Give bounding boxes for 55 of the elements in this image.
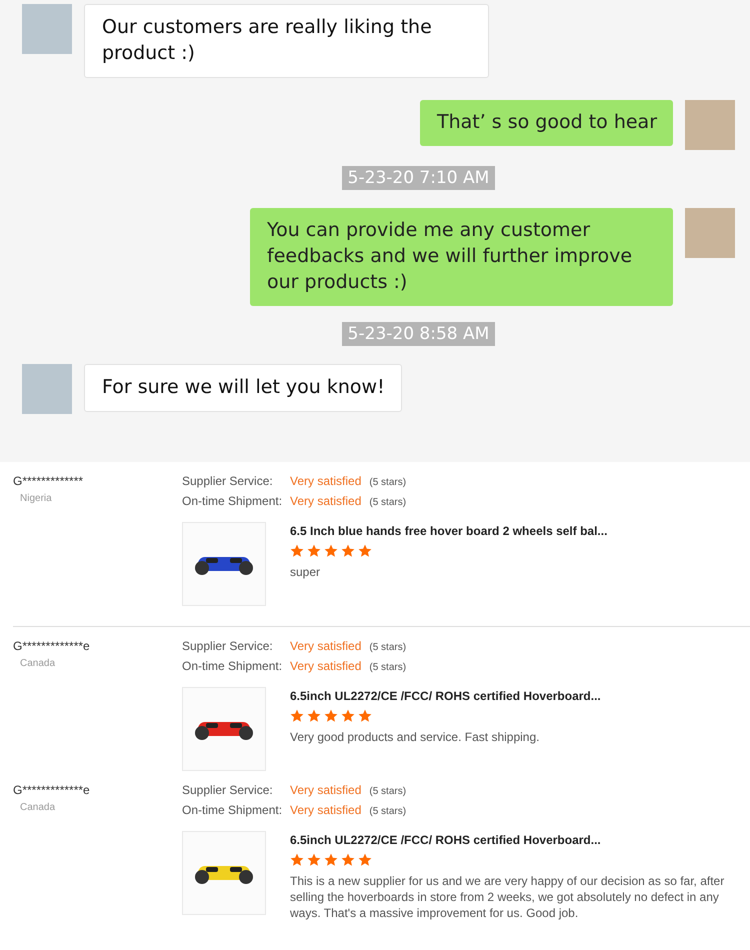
timestamp: 5-23-20 7:10 AM bbox=[342, 166, 496, 190]
message-bubble: Our customers are really liking the product :) bbox=[84, 4, 489, 78]
star-icon bbox=[324, 853, 338, 867]
star-icon bbox=[307, 709, 321, 723]
star-icon bbox=[358, 709, 372, 723]
rating-stars: (5 stars) bbox=[369, 786, 406, 797]
rating-label: Supplier Service: bbox=[182, 474, 274, 488]
star-icon bbox=[324, 709, 338, 723]
rating-label: Supplier Service: bbox=[182, 639, 274, 653]
star-icon bbox=[341, 853, 355, 867]
rating-stars: (5 stars) bbox=[369, 642, 406, 653]
avatar-photo bbox=[22, 4, 72, 54]
rating-label: On-time Shipment: bbox=[182, 494, 284, 508]
rating-value: Very satisfied bbox=[290, 474, 362, 488]
avatar-photo bbox=[685, 100, 735, 150]
rating-value: Very satisfied bbox=[290, 659, 362, 673]
timestamp: 5-23-20 8:58 AM bbox=[342, 322, 496, 346]
star-icon bbox=[358, 544, 372, 558]
star-icon bbox=[307, 853, 321, 867]
star-icon bbox=[290, 544, 304, 558]
star-icon bbox=[307, 544, 321, 558]
rating-value: Very satisfied bbox=[290, 494, 362, 508]
star-icon bbox=[290, 709, 304, 723]
rating-stars: (5 stars) bbox=[369, 497, 406, 508]
buyer-name: G************* bbox=[13, 474, 84, 488]
buyer-country: Canada bbox=[20, 802, 56, 813]
rating-value: Very satisfied bbox=[290, 783, 362, 797]
rating-stars: (5 stars) bbox=[369, 662, 406, 673]
message-bubble: You can provide me any customer feedbacks and we will further improve our products :) bbox=[250, 208, 673, 306]
avatar-photo bbox=[685, 208, 735, 258]
review-comment: This is a new supplier for us and we are very happy of our decision as so far, after selling the hoverboards in store from 2 weeks, we got absolutely no defect in any ways. That's a massive improvement for us. Good job. bbox=[290, 873, 726, 921]
review-comment: Very good products and service. Fast shipping. bbox=[290, 729, 540, 745]
rating-value: Very satisfied bbox=[290, 639, 362, 653]
avatar-photo bbox=[22, 364, 72, 414]
review-comment: super bbox=[290, 564, 322, 580]
product-title[interactable]: 6.5inch UL2272/CE /FCC/ ROHS certified Hoverboard... bbox=[290, 833, 730, 847]
buyer-country: Canada bbox=[20, 658, 56, 669]
buyer-name: G*************e bbox=[13, 639, 91, 653]
star-icon bbox=[358, 853, 372, 867]
message-bubble: That’ s so good to hear bbox=[420, 100, 673, 146]
star-icon bbox=[341, 709, 355, 723]
star-icon bbox=[290, 853, 304, 867]
rating-label: Supplier Service: bbox=[182, 783, 274, 797]
rating-label: On-time Shipment: bbox=[182, 659, 284, 673]
star-icon bbox=[341, 544, 355, 558]
product-title[interactable]: 6.5 Inch blue hands free hover board 2 wheels self bal... bbox=[290, 524, 608, 538]
rating-stars: (5 stars) bbox=[369, 806, 406, 817]
product-title[interactable]: 6.5inch UL2272/CE /FCC/ ROHS certified Hoverboard... bbox=[290, 689, 601, 703]
buyer-name: G*************e bbox=[13, 783, 91, 797]
star-icon bbox=[324, 544, 338, 558]
message-bubble: For sure we will let you know! bbox=[84, 364, 402, 412]
buyer-country: Nigeria bbox=[20, 493, 53, 504]
rating-label: On-time Shipment: bbox=[182, 803, 284, 817]
rating-value: Very satisfied bbox=[290, 803, 362, 817]
rating-stars: (5 stars) bbox=[369, 477, 406, 488]
